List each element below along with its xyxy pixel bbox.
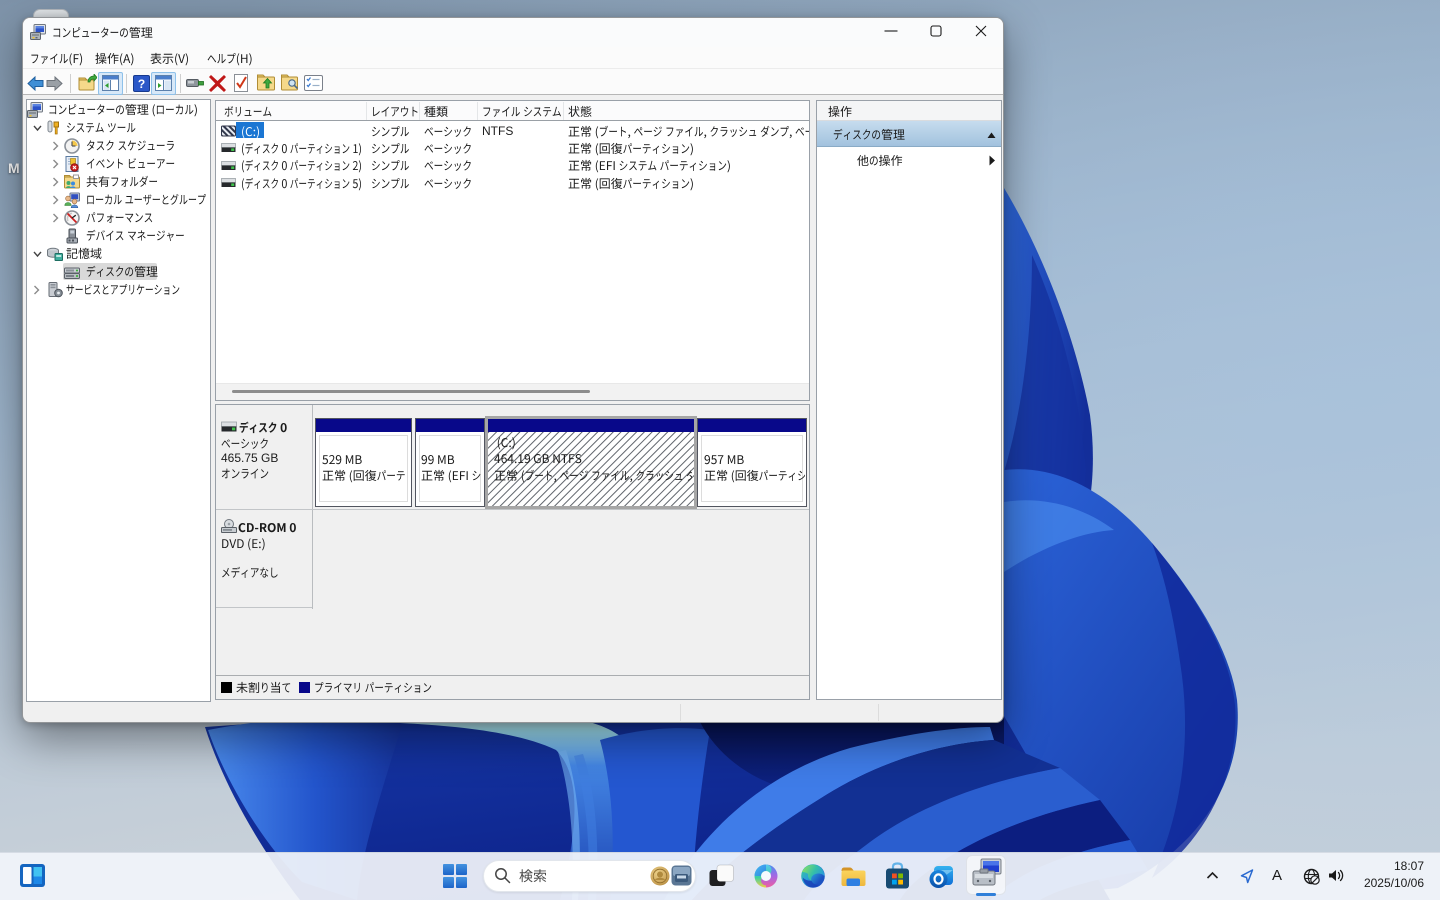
svg-text:?: ? — [138, 77, 145, 91]
